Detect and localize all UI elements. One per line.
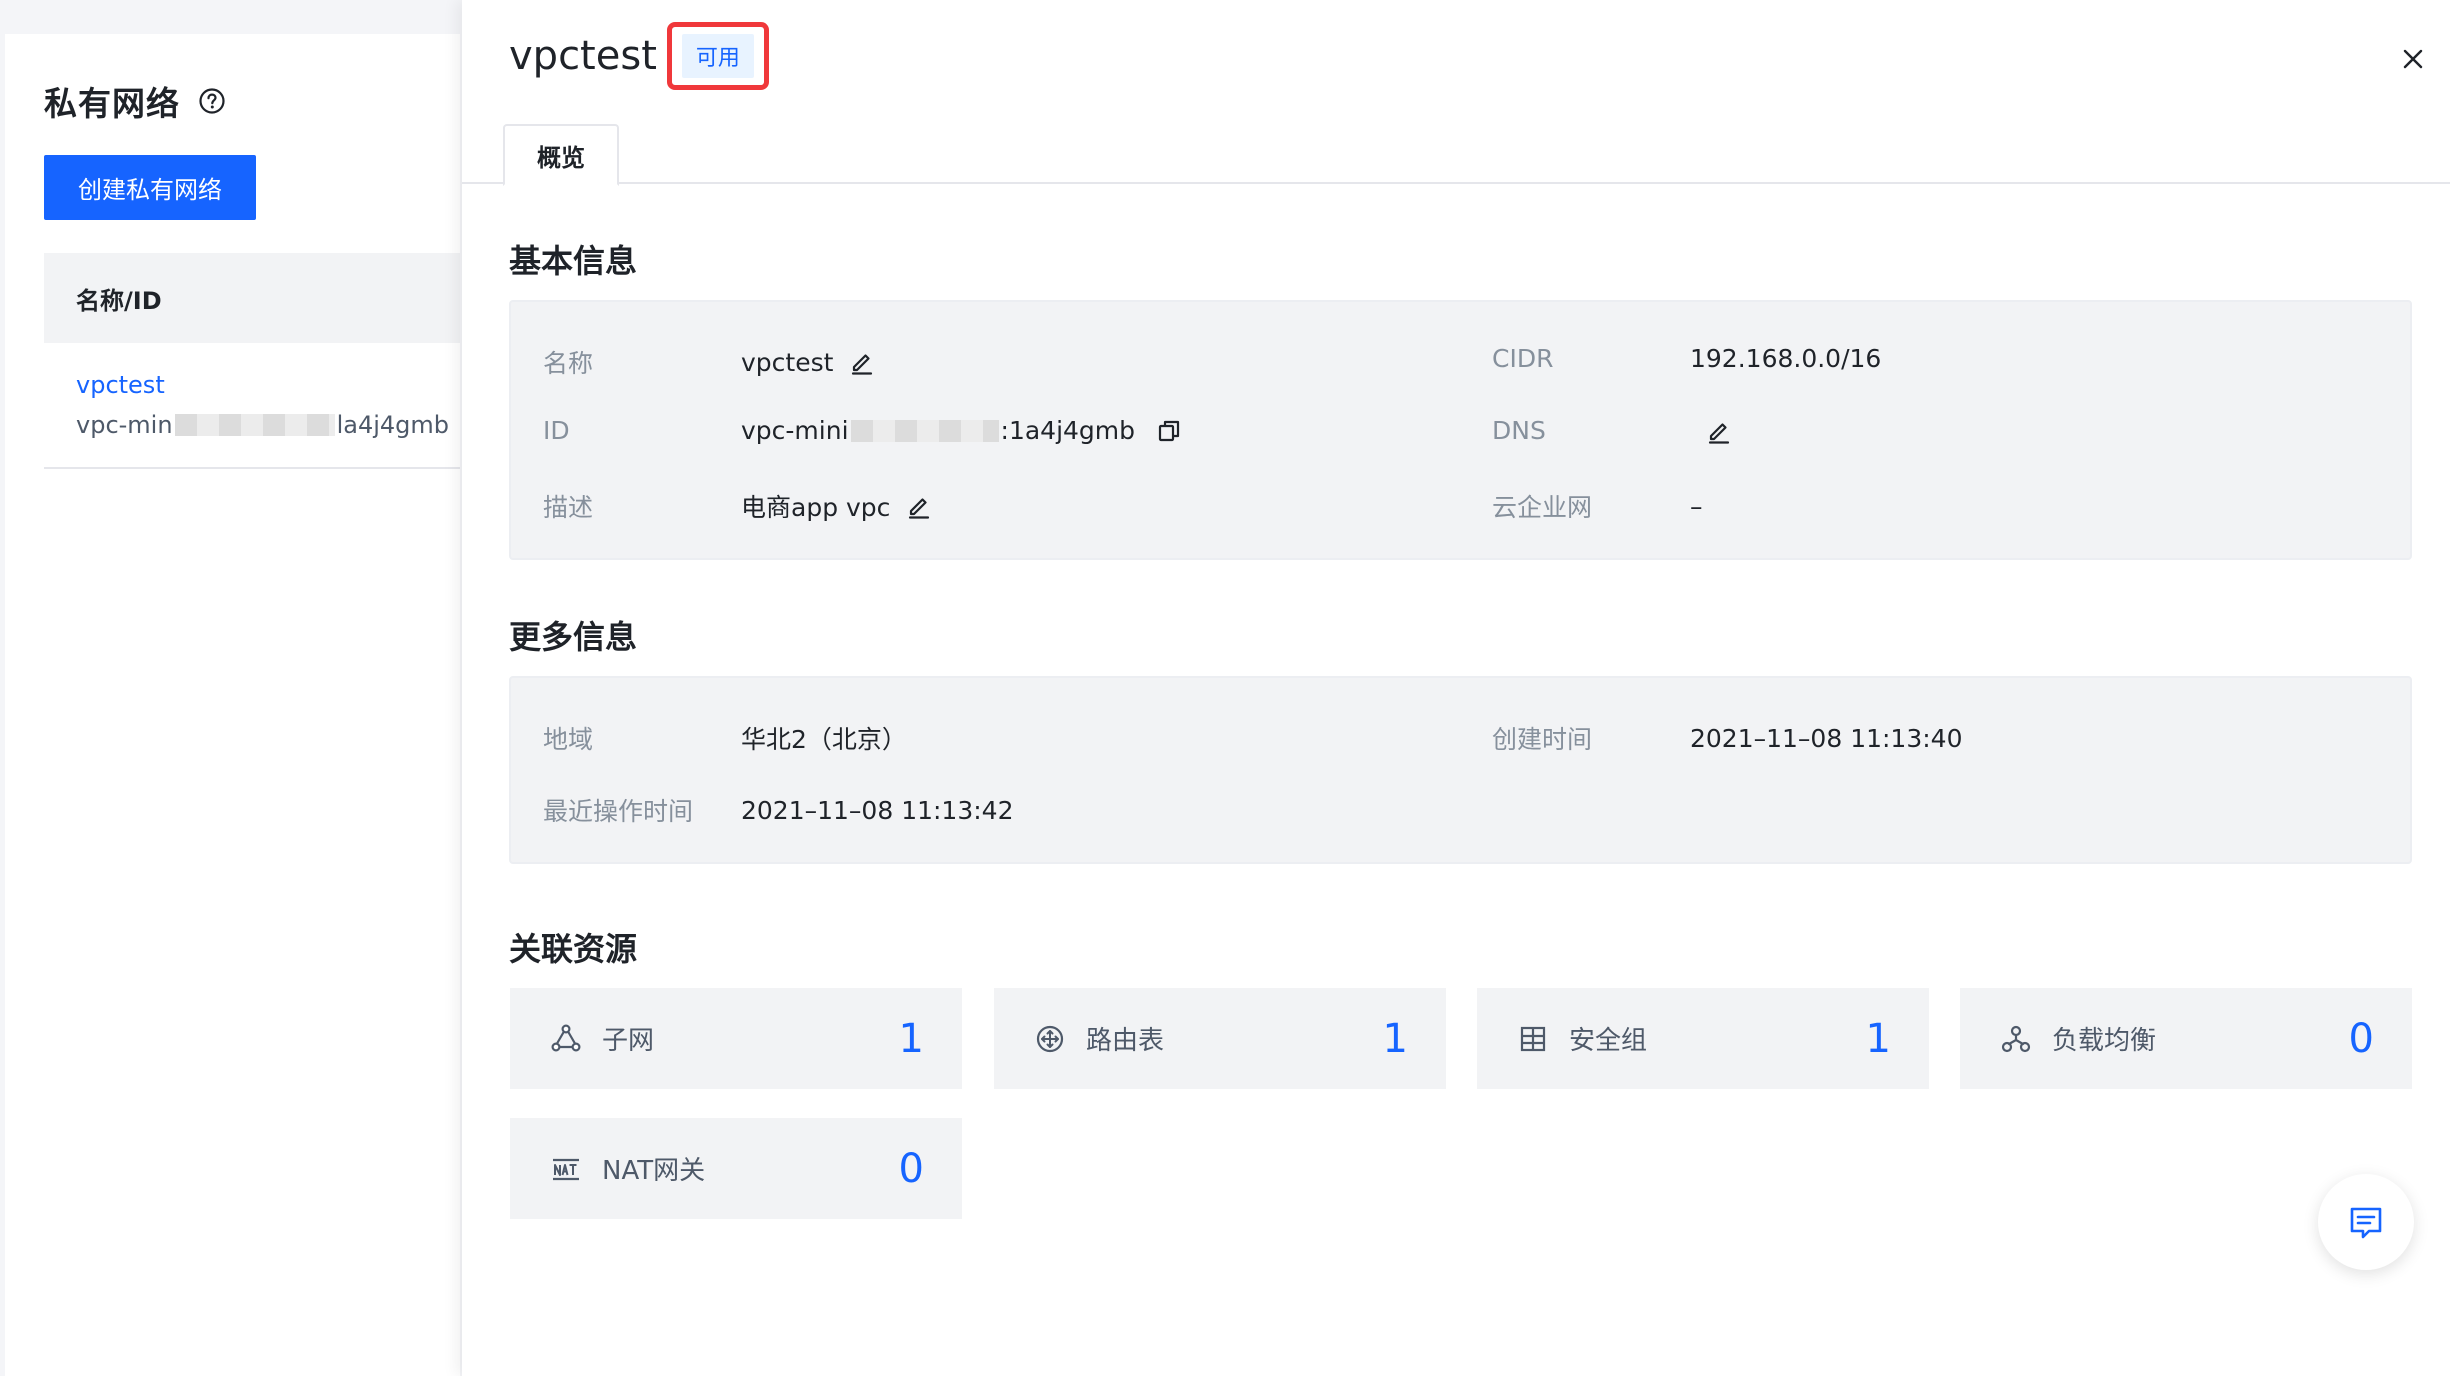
copy-icon[interactable] [1157, 419, 1181, 443]
vpc-name-link[interactable]: vpctest [76, 371, 460, 399]
resource-count[interactable]: 1 [1866, 1016, 1891, 1062]
list-column-header: 名称/ID [44, 253, 460, 343]
route-table-icon [1036, 1025, 1064, 1052]
updated-row: 最近操作时间 2021–11–08 11:13:42 [543, 792, 1013, 828]
drawer-header: vpctest 可用 [509, 22, 769, 90]
drawer-title: vpctest [509, 33, 657, 79]
basic-info-box: 名称 vpctest ID vpc-mini :1a4j4gmb 描述 电商ap… [509, 300, 2412, 560]
updated-label: 最近操作时间 [543, 797, 694, 826]
tab-overview[interactable]: 概览 [503, 124, 619, 186]
list-item[interactable]: vpctest vpc-min la4j4gmb [44, 343, 460, 469]
id-label: ID [543, 416, 570, 445]
cen-value: – [1690, 491, 1703, 521]
security-group-icon [1520, 1026, 1546, 1051]
edit-description-icon[interactable] [906, 493, 932, 519]
resource-card-subnet[interactable]: 子网 1 [510, 988, 962, 1089]
name-label: 名称 [543, 349, 594, 378]
edit-dns-icon[interactable] [1706, 418, 1732, 444]
description-value: 电商app vpc [741, 488, 932, 524]
resource-label: 路由表 [1086, 1026, 1165, 1056]
id-prefix: vpc-mini [741, 416, 849, 445]
description-text: 电商app vpc [741, 493, 891, 522]
create-vpc-button[interactable]: 创建私有网络 [44, 155, 256, 220]
id-suffix: :1a4j4gmb [1000, 416, 1136, 445]
region-label: 地域 [543, 725, 594, 754]
resource-label: NAT网关 [602, 1156, 706, 1186]
dns-value [1690, 418, 1732, 444]
description-label: 描述 [543, 493, 594, 522]
load-balancer-icon [2001, 1025, 2031, 1052]
resource-count[interactable]: 1 [899, 1016, 924, 1062]
more-info-box: 地域 华北2（北京） 最近操作时间 2021–11–08 11:13:42 创建… [509, 676, 2412, 864]
region-value: 华北2（北京） [741, 725, 907, 754]
help-icon[interactable] [198, 87, 226, 115]
cen-row: 云企业网 – [1492, 488, 1703, 524]
page-title: 私有网络 [44, 84, 180, 123]
name-row: 名称 vpctest [543, 344, 875, 380]
description-row: 描述 电商app vpc [543, 488, 932, 524]
resource-count[interactable]: 1 [1383, 1016, 1408, 1062]
status-badge: 可用 [681, 34, 754, 78]
vpc-list-panel: 私有网络 创建私有网络 名称/ID vpctest vpc-min la4j4g… [5, 34, 460, 1376]
vpc-detail-drawer: vpctest 可用 概览 基本信息 名称 vpctest ID vpc-min… [462, 0, 2450, 1376]
chat-icon [2350, 1207, 2382, 1239]
region-row: 地域 华北2（北京） [543, 720, 907, 756]
basic-info-title: 基本信息 [509, 242, 638, 280]
subnet-icon [551, 1023, 581, 1052]
cen-label: 云企业网 [1492, 493, 1593, 522]
resource-card-nat-gateway[interactable]: NAT网关 0 [510, 1118, 962, 1219]
id-row: ID vpc-mini :1a4j4gmb [543, 416, 1181, 445]
id-value: vpc-mini :1a4j4gmb [741, 416, 1181, 445]
updated-value: 2021–11–08 11:13:42 [741, 795, 1014, 825]
resource-label: 负载均衡 [2052, 1026, 2157, 1056]
cidr-value: 192.168.0.0/16 [1690, 344, 1882, 373]
name-value: vpctest [741, 348, 875, 377]
resource-label: 安全组 [1569, 1026, 1648, 1056]
name-text: vpctest [741, 347, 834, 377]
related-resources-title: 关联资源 [509, 930, 638, 968]
cidr-row: CIDR 192.168.0.0/16 [1492, 344, 1881, 373]
dns-label: DNS [1492, 416, 1546, 445]
resource-count[interactable]: 0 [899, 1146, 924, 1192]
resource-label: 子网 [602, 1026, 655, 1056]
vpc-id-suffix: la4j4gmb [336, 411, 449, 439]
close-icon[interactable] [2398, 44, 2428, 74]
feedback-button[interactable] [2318, 1174, 2414, 1270]
resource-count[interactable]: 0 [2349, 1016, 2374, 1062]
dns-row: DNS [1492, 416, 1732, 445]
edit-name-icon[interactable] [849, 349, 875, 375]
more-info-title: 更多信息 [509, 618, 638, 656]
resource-card-load-balancer[interactable]: 负载均衡 0 [1960, 988, 2412, 1089]
created-value: 2021–11–08 11:13:40 [1690, 723, 1963, 753]
created-row: 创建时间 2021–11–08 11:13:40 [1492, 720, 1962, 756]
resource-card-security-group[interactable]: 安全组 1 [1477, 988, 1929, 1089]
redacted-mask [174, 414, 335, 436]
vpc-id-text: vpc-min la4j4gmb [76, 411, 460, 439]
created-label: 创建时间 [1492, 725, 1593, 754]
vpc-id-prefix: vpc-min [76, 411, 173, 439]
redacted-mask [850, 419, 999, 442]
panel-header: 私有网络 [44, 77, 226, 125]
status-highlight: 可用 [666, 22, 769, 90]
tab-bar: 概览 [462, 124, 2450, 186]
cidr-label: CIDR [1492, 344, 1554, 373]
resource-card-route-table[interactable]: 路由表 1 [994, 988, 1446, 1089]
nat-gateway-icon [553, 1158, 579, 1180]
